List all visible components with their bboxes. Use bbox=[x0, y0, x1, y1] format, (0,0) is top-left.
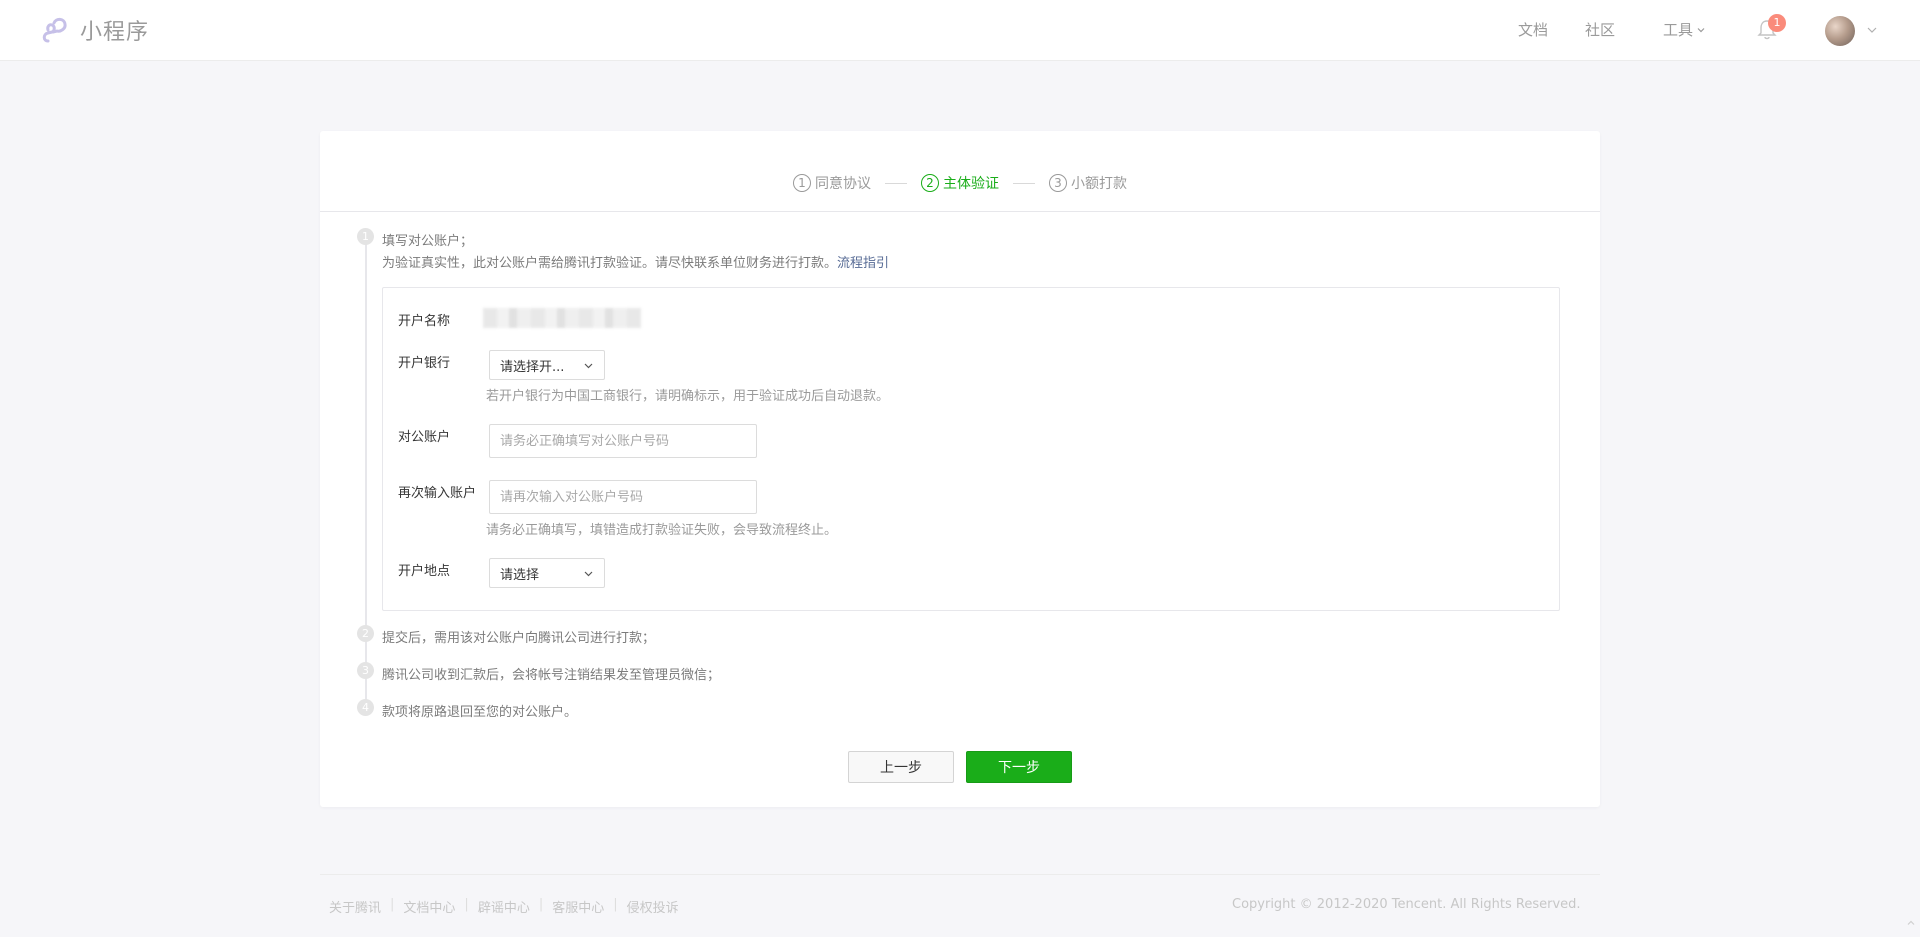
footer-links: 关于腾讯 | 文档中心 | 辟谣中心 | 客服中心 | 侵权投诉 bbox=[329, 897, 679, 916]
footer-separator: | bbox=[390, 897, 395, 912]
bank-select[interactable]: 请选择开... bbox=[489, 350, 605, 380]
footer-link-about[interactable]: 关于腾讯 bbox=[329, 897, 381, 916]
footer-link-complaint[interactable]: 侵权投诉 bbox=[627, 897, 679, 916]
location-select-value: 请选择 bbox=[500, 567, 540, 583]
main-card: 1 同意协议 2 主体验证 3 小额打款 1 填写对公账户； 为验证真实性，此对… bbox=[320, 131, 1600, 807]
nav-tools-label: 工具 bbox=[1663, 21, 1694, 39]
account-confirm-label: 再次输入账户 bbox=[398, 486, 477, 501]
step-3: 3 小额打款 bbox=[1049, 173, 1127, 193]
copyright: Copyright © 2012-2020 Tencent. All Right… bbox=[1232, 897, 1581, 912]
mini-program-logo-icon bbox=[42, 17, 67, 43]
timeline-item-1-desc: 为验证真实性，此对公账户需给腾讯打款验证。请尽快联系单位财务进行打款。流程指引 bbox=[382, 252, 889, 271]
footer-separator: | bbox=[464, 897, 469, 912]
bank-hint: 若开户银行为中国工商银行，请明确标示，用于验证成功后自动退款。 bbox=[486, 389, 890, 404]
location-select[interactable]: 请选择 bbox=[489, 558, 605, 588]
footer-link-rumor[interactable]: 辟谣中心 bbox=[478, 897, 530, 916]
account-form: 开户名称 开户银行 请选择开... 若开户银行为中国工商银行，请明确标示，用于验… bbox=[382, 287, 1560, 611]
timeline-item-1-desc-text: 为验证真实性，此对公账户需给腾讯打款验证。请尽快联系单位财务进行打款。 bbox=[382, 256, 838, 271]
step-connector bbox=[885, 182, 907, 184]
account-hint: 请务必正确填写，填错造成打款验证失败，会导致流程终止。 bbox=[486, 523, 838, 538]
chevron-down-icon bbox=[1697, 27, 1705, 32]
timeline-dot-1: 1 bbox=[357, 228, 374, 245]
bank-select-value: 请选择开... bbox=[500, 359, 565, 375]
account-name-value-redacted bbox=[483, 308, 641, 328]
step-indicator: 1 同意协议 2 主体验证 3 小额打款 bbox=[320, 173, 1600, 193]
account-name-label: 开户名称 bbox=[398, 314, 451, 329]
nav-docs[interactable]: 文档 bbox=[1518, 19, 1548, 40]
step-label: 小额打款 bbox=[1071, 176, 1127, 192]
timeline-item-1-title: 填写对公账户； bbox=[382, 234, 474, 249]
app-name: 小程序 bbox=[80, 20, 150, 45]
nav-tools[interactable]: 工具 bbox=[1663, 19, 1706, 40]
step-label: 同意协议 bbox=[815, 176, 871, 192]
divider bbox=[320, 211, 1600, 212]
location-label: 开户地点 bbox=[398, 564, 451, 579]
timeline-dot-4: 4 bbox=[357, 699, 374, 716]
chevron-down-icon[interactable] bbox=[1866, 24, 1878, 36]
step-number: 2 bbox=[921, 174, 939, 192]
next-step-button[interactable]: 下一步 bbox=[966, 751, 1072, 783]
timeline-line bbox=[365, 241, 367, 715]
step-1: 1 同意协议 bbox=[793, 173, 871, 193]
footer-divider bbox=[320, 874, 1600, 875]
timeline-dot-3: 3 bbox=[357, 662, 374, 679]
timeline-item-3: 腾讯公司收到汇款后，会将帐号注销结果发至管理员微信； bbox=[382, 668, 721, 683]
prev-step-button[interactable]: 上一步 bbox=[848, 751, 954, 783]
process-guide-link[interactable]: 流程指引 bbox=[837, 256, 889, 271]
chevron-up-icon[interactable] bbox=[1906, 918, 1916, 928]
account-input[interactable] bbox=[489, 424, 757, 458]
footer-link-docs[interactable]: 文档中心 bbox=[403, 897, 455, 916]
step-label: 主体验证 bbox=[943, 176, 999, 192]
footer-separator: | bbox=[538, 897, 544, 912]
account-label: 对公账户 bbox=[398, 430, 451, 445]
timeline-dot-2: 2 bbox=[357, 625, 374, 642]
notification-badge: 1 bbox=[1768, 14, 1786, 32]
step-2-active: 2 主体验证 bbox=[921, 173, 999, 193]
nav-community[interactable]: 社区 bbox=[1585, 19, 1615, 40]
bank-label: 开户银行 bbox=[398, 356, 451, 371]
chevron-down-icon bbox=[584, 363, 593, 368]
step-connector bbox=[1013, 182, 1035, 184]
top-bar: 小程序 文档 社区 工具 1 bbox=[0, 0, 1920, 61]
footer-separator: | bbox=[613, 897, 618, 912]
step-number: 1 bbox=[793, 174, 811, 192]
timeline-item-2: 提交后，需用该对公账户向腾讯公司进行打款； bbox=[382, 631, 656, 646]
timeline-item-4: 款项将原路退回至您的对公账户。 bbox=[382, 705, 578, 720]
step-number: 3 bbox=[1049, 174, 1067, 192]
footer-link-service[interactable]: 客服中心 bbox=[552, 897, 604, 916]
chevron-down-icon bbox=[584, 571, 593, 576]
logo[interactable]: 小程序 bbox=[40, 14, 149, 46]
account-confirm-input[interactable] bbox=[489, 480, 757, 514]
avatar[interactable] bbox=[1825, 16, 1855, 46]
